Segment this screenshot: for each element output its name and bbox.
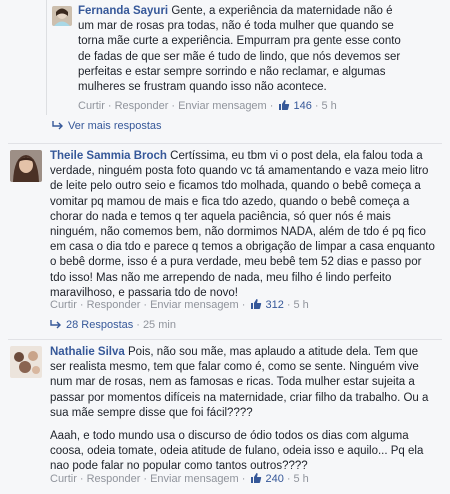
thumbs-up-icon [250,298,262,313]
reply-link[interactable]: Responder [115,100,169,112]
comment-actions: Curtir · Responder · Enviar mensagem · 146 · 5 … [78,99,337,114]
more-replies-label[interactable]: Ver mais respostas [68,120,162,132]
like-link[interactable]: Curtir [50,299,77,311]
reply-thread-line [46,0,47,115]
like-count[interactable]: 146 [293,100,311,112]
send-message-link[interactable]: Enviar mensagem [178,100,267,112]
comment-body: Nathalie Silva Pois, não sou mãe, mas ap… [50,345,434,475]
comment-actions: Curtir · Responder · Enviar mensagem · 312 · 5 … [50,298,309,313]
comment-time[interactable]: 5 h [293,299,308,311]
thumbs-up-icon [250,472,262,487]
avatar[interactable] [10,150,42,182]
divider [8,339,442,340]
comment-text: Certíssima, eu tbm vi o post dela, ela f… [50,150,435,299]
comment-text-paragraph: Aaah, e todo mundo usa o discurso de ódi… [50,430,424,473]
reply-arrow-icon [52,120,64,133]
comment-actions: Curtir · Responder · Enviar mensagem · 240 · 5 … [50,472,309,487]
comment-author[interactable]: Theile Sammia Broch [50,150,167,162]
avatar[interactable] [52,6,72,26]
replies-time: 25 min [142,319,176,331]
comment-author[interactable]: Nathalie Silva [50,346,125,358]
comment-time[interactable]: 5 h [321,100,336,112]
like-count[interactable]: 240 [265,473,283,485]
comment-time[interactable]: 5 h [293,473,308,485]
send-message-link[interactable]: Enviar mensagem [150,299,239,311]
profile-photo [10,346,42,378]
more-replies-link[interactable]: Ver mais respostas [52,120,162,133]
profile-photo [10,150,42,182]
like-link[interactable]: Curtir [50,473,77,485]
like-link[interactable]: Curtir [78,100,105,112]
comment-author[interactable]: Fernanda Sayuri [78,5,168,17]
comment-body: Fernanda Sayuri Gente, a experiência da … [78,4,410,95]
send-message-link[interactable]: Enviar mensagem [150,473,239,485]
reply-arrow-icon [50,319,62,332]
replies-count[interactable]: 28 Respostas [66,319,133,331]
comment-body: Theile Sammia Broch Certíssima, eu tbm v… [50,149,438,301]
avatar[interactable] [10,346,42,378]
comment-text: Gente, a experiência da maternidade não … [78,5,401,94]
profile-photo [52,6,72,26]
divider [8,143,442,144]
replies-link[interactable]: 28 Respostas · 25 min [50,319,176,332]
like-count[interactable]: 312 [265,299,283,311]
reply-link[interactable]: Responder [87,299,141,311]
reply-link[interactable]: Responder [87,473,141,485]
thumbs-up-icon [278,99,290,114]
